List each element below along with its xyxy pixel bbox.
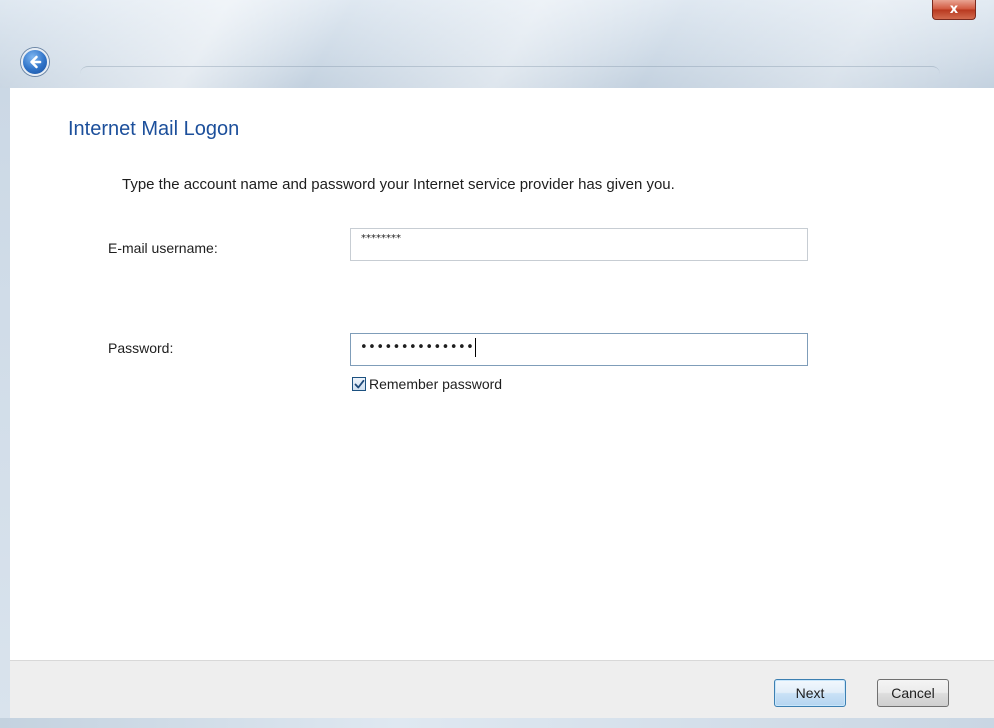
next-button[interactable]: Next [774, 679, 846, 707]
close-icon: x [949, 2, 959, 17]
content-panel: Internet Mail Logon Type the account nam… [10, 88, 994, 660]
back-arrow-icon [30, 55, 42, 69]
checkmark-icon [354, 379, 364, 388]
dialog-window: x Internet Mail Logon Type the account n… [0, 0, 994, 728]
page-title: Internet Mail Logon [68, 118, 240, 140]
username-label: E-mail username: [108, 240, 218, 256]
close-button[interactable]: x [932, 0, 976, 20]
back-button[interactable] [21, 48, 49, 76]
cancel-button[interactable]: Cancel [877, 679, 949, 707]
title-bar: x [0, 0, 994, 88]
header-decoration [80, 66, 940, 86]
remember-password-option[interactable]: Remember password [352, 376, 502, 392]
password-input[interactable] [350, 333, 808, 366]
password-label: Password: [108, 340, 174, 356]
remember-password-checkbox[interactable] [352, 377, 366, 391]
remember-password-label: Remember password [369, 376, 503, 392]
instructions-text: Type the account name and password your … [122, 176, 675, 193]
window-frame-left [0, 88, 10, 718]
window-frame-bottom [0, 718, 994, 728]
button-bar: Next Cancel [10, 660, 994, 718]
username-input[interactable] [350, 228, 808, 261]
